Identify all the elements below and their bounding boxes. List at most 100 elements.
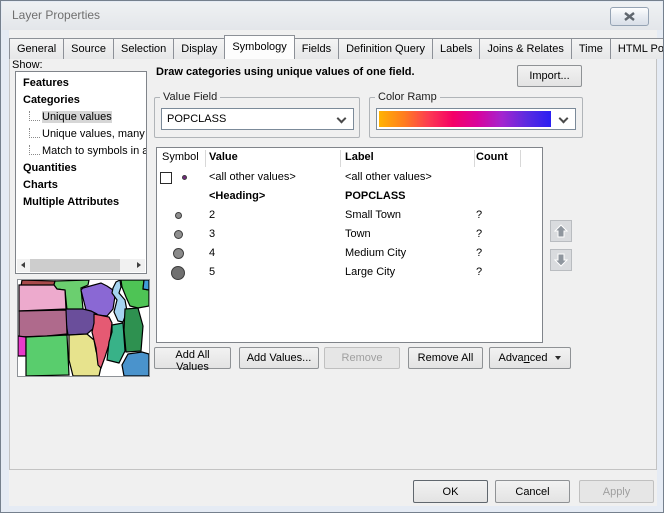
tab-source[interactable]: Source (63, 38, 114, 59)
scroll-thumb[interactable] (30, 259, 120, 272)
scroll-left-button[interactable] (17, 259, 30, 272)
advanced-button[interactable]: Advanced (489, 347, 571, 369)
table-rows: <all other values> <all other values> <Hea… (157, 169, 542, 283)
column-separator (340, 150, 341, 167)
map-region-r-pink (19, 285, 66, 311)
tab-fields[interactable]: Fields (294, 38, 339, 59)
column-header-count[interactable]: Count (476, 151, 508, 163)
tree-item-label: Quantities (23, 162, 77, 174)
tree-item-unique-values-many[interactable]: Unique values, many (16, 126, 146, 143)
tree-item-label: Unique values, many (42, 128, 145, 140)
cancel-button[interactable]: Cancel (495, 480, 570, 503)
count-cell: ? (476, 209, 482, 221)
tab-display[interactable]: Display (173, 38, 225, 59)
chevron-down-icon (337, 114, 347, 124)
tree-item-multiple-attributes[interactable]: Multiple Attributes (16, 194, 146, 211)
column-separator (474, 150, 475, 167)
add-values-button[interactable]: Add Values... (239, 347, 319, 369)
column-header-value[interactable]: Value (209, 151, 238, 163)
value-cell: 3 (209, 228, 215, 240)
window-title: Layer Properties (12, 8, 100, 22)
remove-all-button[interactable]: Remove All (408, 347, 483, 369)
value-cell: 4 (209, 247, 215, 259)
dropdown-arrow-icon (555, 356, 561, 360)
titlebar[interactable]: Layer Properties (2, 2, 662, 30)
symbol-cell (157, 169, 205, 188)
tree-item-features[interactable]: Features (16, 75, 146, 92)
column-separator (205, 150, 206, 167)
import-button[interactable]: Import... (517, 65, 582, 87)
label-cell: Medium City (345, 247, 406, 259)
column-header-label[interactable]: Label (345, 151, 374, 163)
table-row[interactable]: 3Town? (157, 226, 542, 245)
value-cell: <Heading> (209, 190, 265, 202)
symbology-tab-page: Show: Features Categories Unique values Uni… (9, 58, 657, 470)
value-cell: <all other values> (209, 171, 296, 183)
point-symbol-icon[interactable] (174, 230, 183, 239)
table-row[interactable]: 5Large City? (157, 264, 542, 283)
tab-general[interactable]: General (9, 38, 64, 59)
point-symbol-icon[interactable] (182, 175, 187, 180)
tab-joins-relates[interactable]: Joins & Relates (479, 38, 571, 59)
show-label: Show: (12, 59, 43, 71)
count-cell: ? (476, 266, 482, 278)
tree-item-label: Multiple Attributes (23, 196, 119, 208)
table-row[interactable]: 2Small Town? (157, 207, 542, 226)
label-cell: <all other values> (345, 171, 432, 183)
tree-item-categories[interactable]: Categories (16, 92, 146, 109)
up-arrow-icon (553, 223, 569, 239)
tab-definition-query[interactable]: Definition Query (338, 38, 433, 59)
point-symbol-icon[interactable] (173, 248, 184, 259)
map-region-r-mauve (19, 310, 67, 337)
move-down-button[interactable] (550, 249, 572, 271)
tree-item-match-to-symbols-in-a[interactable]: Match to symbols in a (16, 143, 146, 160)
value-field-label: Value Field (160, 91, 220, 103)
close-button[interactable] (610, 7, 649, 26)
tree-connector-icon (29, 145, 40, 155)
add-all-values-button[interactable]: Add All Values (154, 347, 231, 369)
show-tree: Features Categories Unique values Unique va… (15, 71, 147, 274)
map-region-r-blue-corner (143, 280, 149, 290)
unique-values-table: Symbol Value Label Count <all other valu… (156, 147, 543, 343)
label-cell: POPCLASS (345, 190, 406, 202)
column-header-symbol[interactable]: Symbol (162, 151, 199, 163)
value-field-group: Value Field POPCLASS (154, 91, 360, 138)
scroll-right-icon (137, 262, 141, 268)
table-row[interactable]: <all other values> <all other values> (157, 169, 542, 188)
symbol-cell (157, 188, 205, 207)
symbol-cell (157, 207, 205, 226)
tree-item-label: Charts (23, 179, 58, 191)
tree-item-quantities[interactable]: Quantities (16, 160, 146, 177)
label-cell: Large City (345, 266, 395, 278)
symbol-cell (157, 226, 205, 245)
tab-bar: GeneralSourceSelectionDisplaySymbologyFi… (9, 37, 664, 59)
down-arrow-icon (553, 252, 569, 268)
point-symbol-icon[interactable] (175, 212, 182, 219)
value-field-combobox[interactable]: POPCLASS (161, 108, 354, 130)
table-row[interactable]: 4Medium City? (157, 245, 542, 264)
ok-button[interactable]: OK (413, 480, 488, 503)
tab-time[interactable]: Time (571, 38, 611, 59)
all-other-values-checkbox[interactable] (160, 172, 172, 184)
tree-item-charts[interactable]: Charts (16, 177, 146, 194)
tab-symbology[interactable]: Symbology (224, 35, 294, 59)
dialog-content: GeneralSourceSelectionDisplaySymbologyFi… (9, 30, 657, 506)
button-label-part: ced (530, 352, 548, 364)
tree-item-label: Features (23, 77, 69, 89)
scroll-right-button[interactable] (132, 259, 145, 272)
tab-labels[interactable]: Labels (432, 38, 480, 59)
point-symbol-icon[interactable] (171, 266, 185, 280)
move-up-button[interactable] (550, 220, 572, 242)
map-region-r-green-sw (26, 335, 69, 376)
remove-button: Remove (324, 347, 400, 369)
table-row[interactable]: <Heading> POPCLASS (157, 188, 542, 207)
map-region-r-magenta (18, 336, 26, 356)
tab-selection[interactable]: Selection (113, 38, 174, 59)
tree-item-unique-values[interactable]: Unique values (16, 109, 146, 126)
tree-item-label: Unique values (42, 111, 112, 123)
tree-horizontal-scrollbar[interactable] (17, 259, 145, 272)
tree-item-label: Categories (23, 94, 80, 106)
tab-html-popup[interactable]: HTML Popup (610, 38, 664, 59)
color-ramp-combobox[interactable] (376, 108, 576, 130)
label-cell: Town (345, 228, 371, 240)
